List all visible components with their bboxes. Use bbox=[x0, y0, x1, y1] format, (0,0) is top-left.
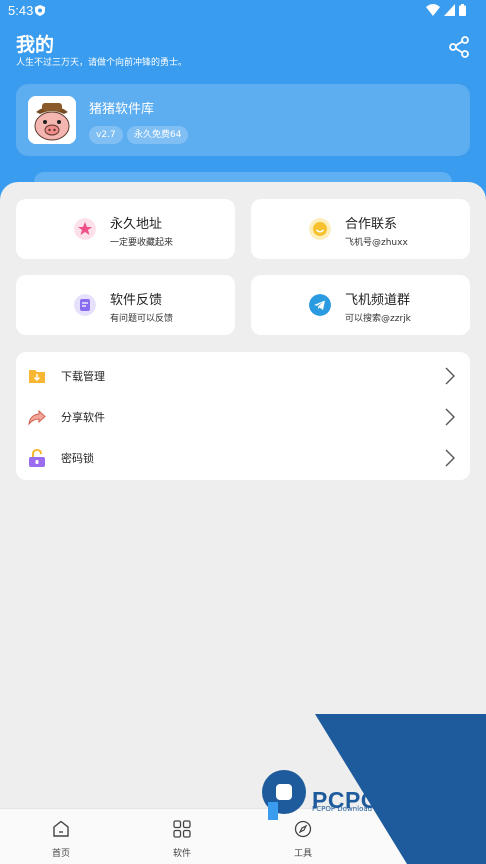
tile-title: 永久地址 bbox=[110, 217, 163, 232]
wifi-icon bbox=[426, 4, 440, 16]
share-icon[interactable] bbox=[448, 36, 470, 58]
nav-label: 软件 bbox=[172, 849, 191, 859]
page-title: 我的 bbox=[16, 34, 55, 56]
menu-list: 下载管理 分享软件 密码锁 bbox=[16, 352, 470, 480]
chevron-right-icon bbox=[445, 367, 455, 385]
menu-label: 密码锁 bbox=[61, 452, 94, 465]
tile-telegram-channel[interactable]: 飞机频道群 可以搜索@zzrjk bbox=[251, 275, 470, 335]
watermark-subtitle: PCPOP Download bbox=[312, 805, 373, 813]
nav-software[interactable]: 软件 bbox=[121, 809, 243, 864]
tile-subtitle: 可以搜索@zzrjk bbox=[345, 314, 411, 324]
home-icon bbox=[53, 820, 69, 837]
app-name: 猪猪软件库 bbox=[89, 102, 155, 117]
tile-cooperation[interactable]: 合作联系 飞机号@zhuxx bbox=[251, 199, 470, 259]
feedback-icon bbox=[74, 294, 96, 316]
tile-subtitle: 有问题可以反馈 bbox=[110, 314, 174, 324]
smile-icon bbox=[309, 218, 331, 240]
tile-subtitle: 飞机号@zhuxx bbox=[345, 238, 408, 248]
chevron-right-icon bbox=[445, 449, 455, 467]
grid-icon bbox=[173, 820, 191, 838]
lock-icon bbox=[29, 449, 45, 467]
menu-label: 下载管理 bbox=[61, 370, 105, 383]
profile-card[interactable]: 猪猪软件库 v2.7 永久免费64 bbox=[16, 84, 470, 156]
star-icon bbox=[74, 218, 96, 240]
menu-label: 分享软件 bbox=[61, 411, 105, 424]
battery-icon bbox=[459, 4, 466, 16]
tile-permanent-address[interactable]: 永久地址 一定要收藏起来 bbox=[16, 199, 235, 259]
download-folder-icon bbox=[29, 370, 45, 383]
menu-item-password-lock[interactable]: 密码锁 bbox=[16, 438, 470, 478]
nav-home[interactable]: 首页 bbox=[0, 809, 122, 864]
tile-subtitle: 一定要收藏起来 bbox=[110, 238, 174, 248]
shield-icon bbox=[35, 5, 45, 16]
menu-item-download-manager[interactable]: 下载管理 bbox=[16, 356, 470, 396]
share-arrow-icon bbox=[28, 409, 46, 426]
tile-feedback[interactable]: 软件反馈 有问题可以反馈 bbox=[16, 275, 235, 335]
telegram-icon bbox=[309, 294, 331, 316]
nav-label: 首页 bbox=[51, 849, 70, 859]
free-badge: 永久免费64 bbox=[127, 126, 189, 144]
chevron-right-icon bbox=[445, 408, 455, 426]
page-subtitle: 人生不过三万天，请做个向前冲锋的勇士。 bbox=[16, 58, 188, 68]
status-time: 5:43 bbox=[8, 3, 34, 18]
tile-title: 合作联系 bbox=[345, 217, 398, 232]
signal-icon bbox=[444, 4, 455, 16]
tile-title: 软件反馈 bbox=[110, 293, 163, 308]
app-avatar bbox=[28, 96, 76, 144]
tile-title: 飞机频道群 bbox=[345, 293, 411, 308]
status-bar: 5:43 bbox=[0, 0, 486, 22]
version-badge: v2.7 bbox=[89, 126, 123, 144]
menu-item-share-software[interactable]: 分享软件 bbox=[16, 397, 470, 437]
